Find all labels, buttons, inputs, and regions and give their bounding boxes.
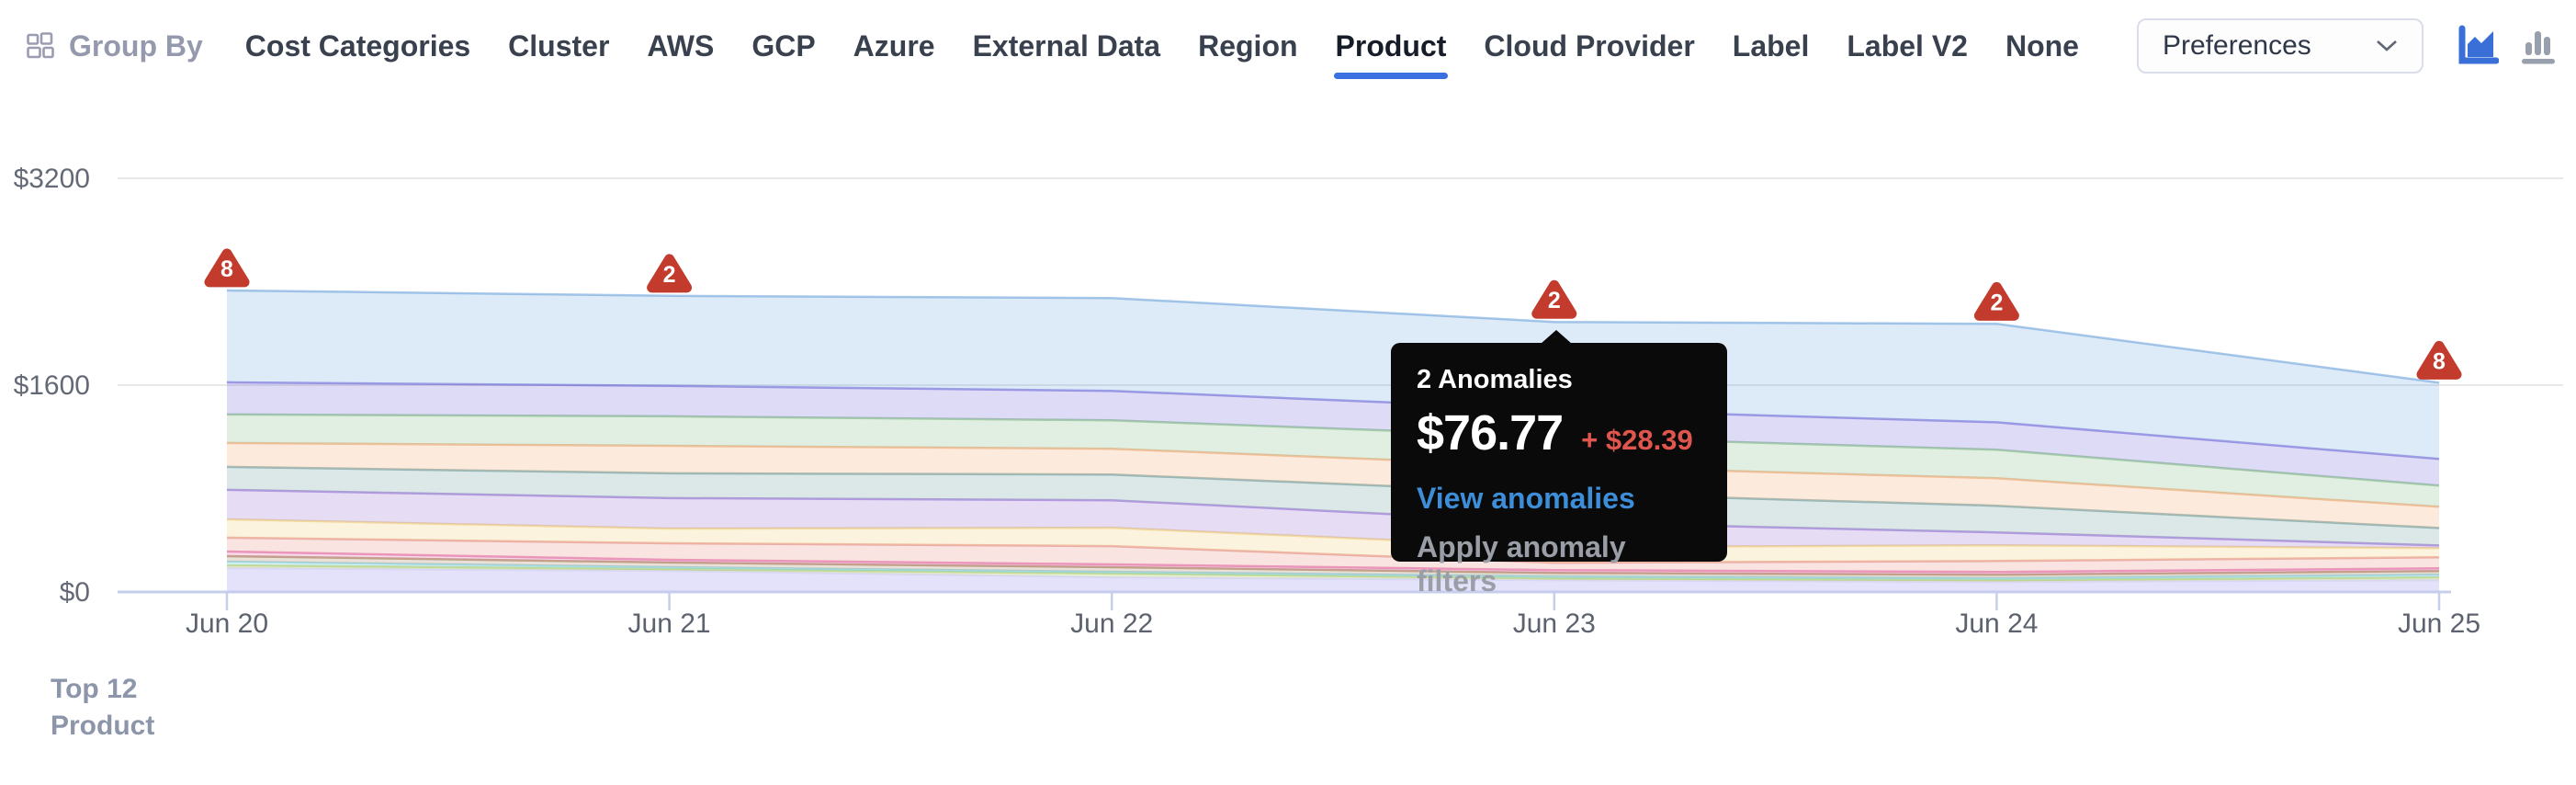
x-axis-label: Jun 21 <box>628 609 711 639</box>
bar-chart-icon[interactable] <box>2519 25 2558 67</box>
tab-product[interactable]: Product <box>1336 29 1447 63</box>
x-axis-label: Jun 25 <box>2398 609 2480 639</box>
tab-label-v2[interactable]: Label V2 <box>1847 29 1968 63</box>
y-axis-label: $3200 <box>14 164 90 194</box>
legend-title: Top 12 Product <box>51 671 154 745</box>
chart-type-switch <box>2457 25 2558 67</box>
tab-external-data[interactable]: External Data <box>973 29 1161 63</box>
y-axis-label: $0 <box>60 577 90 608</box>
tab-cost-categories[interactable]: Cost Categories <box>245 29 470 63</box>
tab-cloud-provider[interactable]: Cloud Provider <box>1484 29 1694 63</box>
tab-gcp[interactable]: GCP <box>751 29 815 63</box>
y-axis-label: $1600 <box>14 370 90 401</box>
anomaly-count: 8 <box>220 256 233 282</box>
tab-none[interactable]: None <box>2005 29 2079 63</box>
stacked-area-chart[interactable]: $0 $1600 $3200 Jun 20 Jun 21 Jun 22 Jun 23 Jun … <box>0 0 2576 653</box>
anomaly-count: 2 <box>1548 288 1561 313</box>
chart-legend: Top 12 Product Amazon Elastic Compute Cl… <box>0 643 2576 785</box>
anomaly-count: 2 <box>663 262 676 288</box>
group-by-label: Group By <box>69 29 203 63</box>
tooltip-amount: $76.77 <box>1417 404 1563 461</box>
group-by-label-group: Group By <box>25 29 203 63</box>
chevron-down-icon <box>2376 40 2398 52</box>
apply-anomaly-filters-link[interactable]: Apply anomaly filters <box>1417 530 1701 598</box>
anomaly-count: 2 <box>1990 290 2003 315</box>
group-by-tabs: Cost Categories Cluster AWS GCP Azure Ex… <box>245 29 2079 63</box>
tab-cluster[interactable]: Cluster <box>508 29 609 63</box>
tab-region[interactable]: Region <box>1198 29 1297 63</box>
area-chart-icon[interactable] <box>2457 25 2499 67</box>
x-axis-label: Jun 23 <box>1513 609 1596 639</box>
x-axis-label: Jun 22 <box>1070 609 1153 639</box>
tab-label[interactable]: Label <box>1733 29 1810 63</box>
grid-layout-icon <box>25 30 56 62</box>
preferences-label: Preferences <box>2163 30 2311 62</box>
tab-azure[interactable]: Azure <box>853 29 935 63</box>
preferences-dropdown[interactable]: Preferences <box>2137 18 2423 74</box>
anomaly-count: 8 <box>2433 348 2446 374</box>
tooltip-title: 2 Anomalies <box>1417 365 1701 395</box>
toolbar: Group By Cost Categories Cluster AWS GCP… <box>0 0 2576 92</box>
view-anomalies-link[interactable]: View anomalies <box>1417 482 1701 516</box>
tooltip-arrow <box>1541 330 1572 344</box>
tooltip-delta: + $28.39 <box>1581 424 1693 457</box>
x-axis-label: Jun 24 <box>1955 609 2038 639</box>
anomaly-tooltip: 2 Anomalies $76.77 + $28.39 View anomali… <box>1391 343 1727 562</box>
cost-dashboard: $0 $1600 $3200 Jun 20 Jun 21 Jun 22 Jun 23 Jun … <box>0 0 2576 785</box>
tab-aws[interactable]: AWS <box>647 29 714 63</box>
x-axis-label: Jun 20 <box>186 609 268 639</box>
